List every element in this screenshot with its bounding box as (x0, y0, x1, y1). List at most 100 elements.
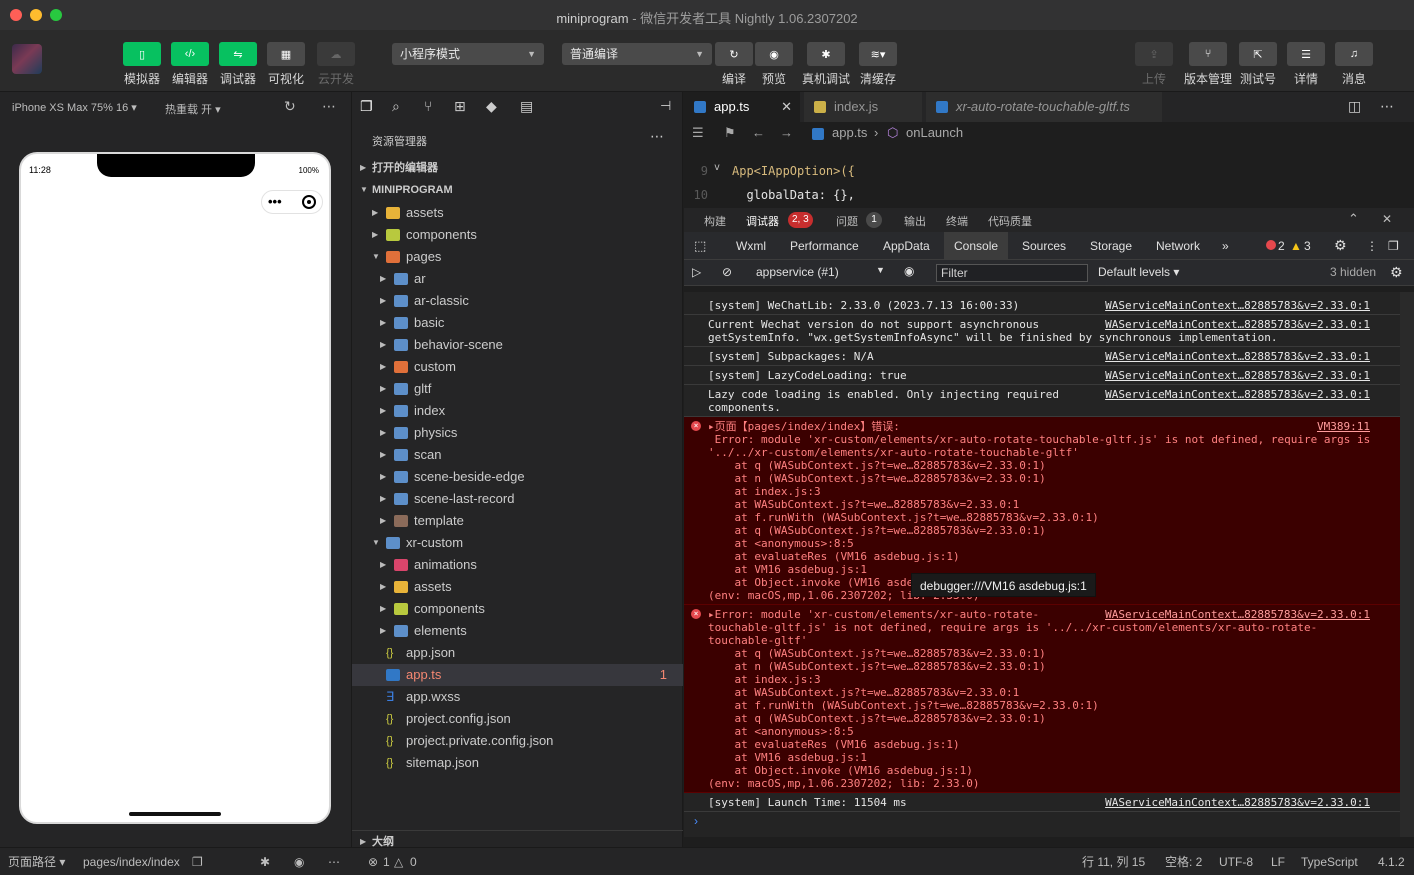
breadcrumb-file[interactable]: app.ts (832, 122, 867, 144)
console-source-link[interactable]: WAServiceMainContext…82885783&v=2.33.0:1 (1105, 796, 1370, 809)
tab-storage[interactable]: Storage (1090, 239, 1132, 253)
gear-icon[interactable]: ⚙ (1390, 264, 1403, 281)
tree-item[interactable]: ▶ components (352, 598, 683, 620)
tree-item[interactable]: ▶ template (352, 510, 683, 532)
tree-item[interactable]: ▶ assets (352, 576, 683, 598)
console-message[interactable]: [system] Subpackages: N/A WAServiceMainCo… (684, 347, 1400, 366)
tree-item[interactable]: {} project.private.config.json (352, 730, 683, 752)
console-error[interactable]: × ▸Error: module 'xr-custom/elements/xr-a… (684, 605, 1400, 793)
tab-app-ts[interactable]: app.ts ✕ (684, 92, 800, 122)
context-select[interactable]: appservice (#1) (756, 265, 839, 279)
real-debug-button[interactable]: ✱ 真机调试 (800, 42, 852, 87)
panel-icon[interactable]: ▤ (520, 98, 533, 115)
tab-terminal[interactable]: 终端 (946, 213, 968, 229)
details-button[interactable]: ☰ 详情 (1284, 42, 1328, 87)
tab-problems[interactable]: 问题 (836, 213, 858, 229)
levels-select[interactable]: Default levels ▾ (1098, 265, 1179, 279)
status-error-count[interactable]: 1 (383, 848, 390, 875)
device-select[interactable]: iPhone XS Max 75% 16 ▾ (12, 101, 137, 114)
tab-wxml[interactable]: Wxml (736, 239, 766, 253)
bookmark-icon[interactable]: ⚑ (724, 122, 736, 144)
tree-item[interactable]: ▼ pages (352, 246, 683, 268)
tree-item[interactable]: ▼ xr-custom (352, 532, 683, 554)
console-scrollbar[interactable] (1400, 292, 1414, 837)
tab-network[interactable]: Network (1156, 239, 1200, 253)
back-arrow-icon[interactable]: ← (752, 122, 765, 144)
tree-item[interactable]: ▶ elements (352, 620, 683, 642)
compile-button[interactable]: ↻ 编译 (712, 42, 756, 87)
console-message[interactable]: [system] LazyCodeLoading: true WAServiceM… (684, 366, 1400, 385)
messages-button[interactable]: ♫ 消息 (1332, 42, 1376, 87)
rotate-icon[interactable]: ↻ (284, 98, 296, 115)
fold-chevron-icon[interactable]: v (714, 162, 720, 173)
tab-appdata[interactable]: AppData (883, 239, 930, 253)
explorer-more-icon[interactable]: ⋯ (650, 128, 664, 145)
line-ending[interactable]: LF (1271, 848, 1285, 875)
close-icon[interactable]: ✕ (1382, 212, 1392, 226)
tab-xr-auto-rotate[interactable]: xr-auto-rotate-touchable-gltf.ts (926, 92, 1162, 122)
upload-button[interactable]: ⇪ 上传 (1132, 42, 1176, 87)
docker-icon[interactable]: ◆ (486, 98, 497, 115)
tree-item[interactable]: ▶ gltf (352, 378, 683, 400)
language-mode[interactable]: TypeScript (1301, 848, 1358, 875)
capsule-menu[interactable]: ••• (261, 190, 323, 214)
tree-item[interactable]: ▶ custom (352, 356, 683, 378)
more-tabs-icon[interactable]: » (1222, 239, 1229, 253)
cursor-position[interactable]: 行 11, 列 15 (1082, 848, 1145, 875)
phone-screen[interactable]: 11:28 100% ••• (19, 152, 331, 824)
cloud-button[interactable]: ☁ 云开发 (314, 42, 358, 87)
tab-performance[interactable]: Performance (790, 239, 859, 253)
console-log[interactable]: [system] WeChatLib: 2.33.0 (2023.7.13 16… (684, 292, 1400, 837)
error-count[interactable]: 2 (1278, 239, 1285, 253)
open-editors-section[interactable]: ▶ 打开的编辑器 (352, 157, 683, 179)
tab-code-quality[interactable]: 代码质量 (988, 213, 1032, 229)
project-section[interactable]: ▼ MINIPROGRAM (352, 179, 683, 201)
tree-item[interactable]: ▶ animations (352, 554, 683, 576)
capsule-more-icon[interactable]: ••• (268, 194, 282, 209)
clear-cache-button[interactable]: ≋▾ 清缓存 (856, 42, 900, 87)
eye-icon[interactable]: ◉ (904, 264, 914, 278)
tab-debugger[interactable]: 调试器 (746, 213, 779, 229)
simulator-button[interactable]: ▯ 模拟器 (120, 42, 164, 87)
chevron-up-icon[interactable]: ⌃ (1348, 211, 1359, 227)
ts-version[interactable]: 4.1.2 (1378, 848, 1405, 875)
console-source-link[interactable]: WAServiceMainContext…82885783&v=2.33.0:1 (1105, 388, 1370, 401)
visual-button[interactable]: ▦ 可视化 (264, 42, 308, 87)
mode-select[interactable]: 小程序模式 ▼ (392, 43, 544, 65)
search-icon[interactable]: ⌕ (392, 98, 400, 115)
tab-build[interactable]: 构建 (704, 213, 726, 229)
tree-item[interactable]: ▶ assets (352, 202, 683, 224)
tree-item[interactable]: ▶ behavior-scene (352, 334, 683, 356)
console-source-link[interactable]: WAServiceMainContext…82885783&v=2.33.0:1 (1105, 350, 1370, 363)
undock-icon[interactable]: ❐ (1388, 239, 1399, 253)
tree-item[interactable]: {} project.config.json (352, 708, 683, 730)
indentation[interactable]: 空格: 2 (1165, 848, 1202, 875)
breadcrumb-symbol[interactable]: onLaunch (906, 122, 963, 144)
hot-reload-toggle[interactable]: 热重载 开 ▾ (165, 101, 221, 117)
console-source-link[interactable]: WAServiceMainContext…82885783&v=2.33.0:1 (1105, 299, 1370, 312)
debugger-button[interactable]: ⇋ 调试器 (216, 42, 260, 87)
encoding[interactable]: UTF-8 (1219, 848, 1253, 875)
tab-console[interactable]: Console (944, 232, 1009, 260)
clear-console-icon[interactable]: ⊘ (722, 265, 732, 279)
tree-item[interactable]: ▶ scene-beside-edge (352, 466, 683, 488)
collapse-sidebar-icon[interactable]: ⊣ (660, 98, 671, 114)
gear-icon[interactable]: ⚙ (1334, 237, 1347, 254)
tree-item[interactable]: ▶ scan (352, 444, 683, 466)
copy-icon[interactable]: ❐ (192, 848, 203, 875)
code-view[interactable]: 9 v App<IAppOption>({ 10 globalData: {}, (684, 148, 1414, 206)
console-message[interactable]: [system] WeChatLib: 2.33.0 (2023.7.13 16… (684, 296, 1400, 315)
inspect-icon[interactable]: ⬚ (694, 238, 706, 254)
forward-arrow-icon[interactable]: → (780, 122, 793, 144)
console-message[interactable]: [system] Launch Time: 11504 ms WAServiceM… (684, 793, 1400, 812)
more-icon[interactable]: ⋯ (1380, 98, 1394, 115)
tree-item[interactable]: ▶ ar (352, 268, 683, 290)
more-icon[interactable]: ⋯ (328, 848, 340, 875)
kebab-icon[interactable]: ⋮ (1366, 239, 1378, 253)
tree-item[interactable]: {} sitemap.json (352, 752, 683, 774)
tab-output[interactable]: 输出 (904, 213, 926, 229)
list-icon[interactable]: ☰ (692, 122, 704, 144)
editor-button[interactable]: ‹/› 编辑器 (168, 42, 212, 87)
sidebar-toggle-icon[interactable]: ▷ (692, 265, 701, 279)
eye-icon[interactable]: ◉ (294, 848, 304, 875)
